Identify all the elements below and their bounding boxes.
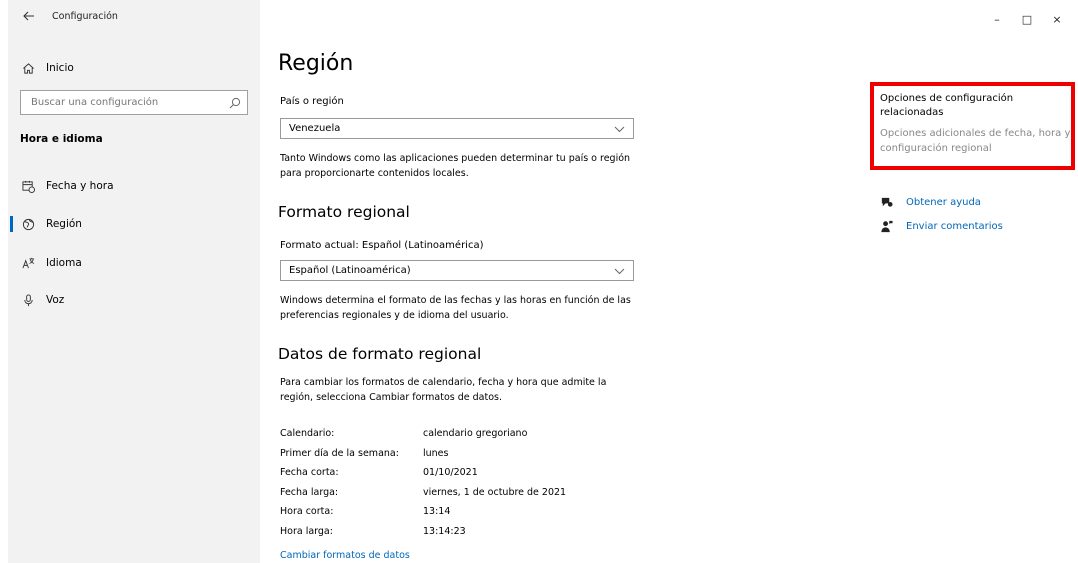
row-key: Fecha larga: [280, 486, 339, 498]
format-dropdown[interactable]: Español (Latinoamérica) [280, 260, 634, 281]
change-formats-link[interactable]: Cambiar formatos de datos [280, 550, 410, 561]
app-title: Configuración [52, 10, 118, 22]
sidebar-item-region[interactable]: Región [8, 214, 260, 234]
maximize-icon: □ [1021, 12, 1033, 26]
list-item: Fecha larga: viernes, 1 de octubre de 202… [280, 483, 566, 503]
format-current-label: Formato actual: Español (Latinoamérica) [280, 240, 484, 251]
page-title: Región [278, 51, 354, 76]
row-key: Calendario: [280, 428, 335, 440]
format-heading: Formato regional [278, 203, 410, 221]
get-help-link[interactable]: Obtener ayuda [878, 192, 981, 212]
search-input[interactable]: Buscar una configuración [20, 90, 248, 115]
calendar-clock-icon [20, 178, 36, 194]
sidebar: Configuración Inicio Buscar una configur… [8, 0, 260, 563]
minimize-button[interactable]: – [982, 10, 1012, 28]
country-value: Venezuela [289, 123, 341, 134]
country-label: País o región [280, 96, 344, 107]
sidebar-item-home[interactable]: Inicio [8, 58, 74, 78]
row-key: Hora larga: [280, 525, 333, 537]
sidebar-item-label: Voz [46, 294, 65, 306]
row-value: lunes [423, 447, 449, 459]
back-button[interactable] [18, 11, 40, 21]
list-item: Hora corta: 13:14 [280, 502, 566, 522]
row-key: Hora corta: [280, 506, 334, 518]
search-icon [229, 97, 241, 108]
row-value: 13:14 [423, 506, 451, 518]
sidebar-item-voz[interactable]: Voz [8, 290, 260, 310]
close-button[interactable]: × [1042, 10, 1072, 28]
microphone-icon [20, 292, 36, 308]
list-item: Calendario: calendario gregoriano [280, 424, 566, 444]
window-controls: – □ × [982, 10, 1072, 28]
title-bar: Configuración [8, 0, 260, 32]
sidebar-item-label: Fecha y hora [46, 180, 114, 192]
feedback-icon [878, 218, 894, 234]
get-help-label: Obtener ayuda [906, 196, 981, 208]
help-chat-icon [878, 194, 894, 210]
sidebar-item-fecha-y-hora[interactable]: Fecha y hora [8, 176, 260, 196]
format-value: Español (Latinoamérica) [289, 265, 411, 276]
active-indicator [10, 216, 13, 232]
list-item: Hora larga: 13:14:23 [280, 522, 566, 542]
format-description: Windows determina el formato de las fech… [280, 295, 631, 321]
row-value: viernes, 1 de octubre de 2021 [423, 486, 567, 498]
row-key: Fecha corta: [280, 467, 339, 479]
search-placeholder: Buscar una configuración [31, 97, 159, 108]
minimize-icon: – [994, 12, 1000, 26]
chevron-down-icon [614, 268, 625, 274]
main-content: Región País o región Venezuela Tanto Win… [278, 0, 838, 563]
row-value: 01/10/2021 [423, 467, 478, 479]
arrow-left-icon [23, 11, 34, 21]
sidebar-item-label: Inicio [46, 62, 74, 74]
format-data-list: Calendario: calendario gregoriano Primer … [280, 424, 566, 541]
globe-icon [20, 216, 36, 232]
sidebar-item-idioma[interactable]: Idioma [8, 253, 260, 273]
maximize-button[interactable]: □ [1012, 10, 1042, 28]
home-icon [20, 60, 36, 76]
list-item: Fecha corta: 01/10/2021 [280, 463, 566, 483]
chevron-down-icon [614, 126, 625, 132]
data-description: Para cambiar los formatos de calendario,… [280, 377, 607, 403]
list-item: Primer día de la semana: lunes [280, 444, 566, 464]
additional-settings-link[interactable]: Opciones adicionales de fecha, hora y co… [880, 126, 1072, 156]
row-key: Primer día de la semana: [280, 447, 399, 459]
section-title: Hora e idioma [20, 133, 103, 145]
country-dropdown[interactable]: Venezuela [280, 118, 634, 139]
row-value: 13:14:23 [423, 525, 466, 537]
sidebar-item-label: Idioma [46, 257, 82, 269]
data-heading: Datos de formato regional [278, 345, 482, 363]
send-feedback-link[interactable]: Enviar comentarios [878, 216, 1003, 236]
language-icon [20, 255, 36, 271]
sidebar-item-label: Región [46, 218, 82, 230]
send-feedback-label: Enviar comentarios [906, 220, 1003, 232]
country-description: Tanto Windows como las aplicaciones pued… [280, 153, 631, 179]
row-value: calendario gregoriano [423, 428, 528, 440]
related-title: Opciones de configuración relacionadas [880, 93, 1014, 118]
close-icon: × [1052, 12, 1062, 26]
